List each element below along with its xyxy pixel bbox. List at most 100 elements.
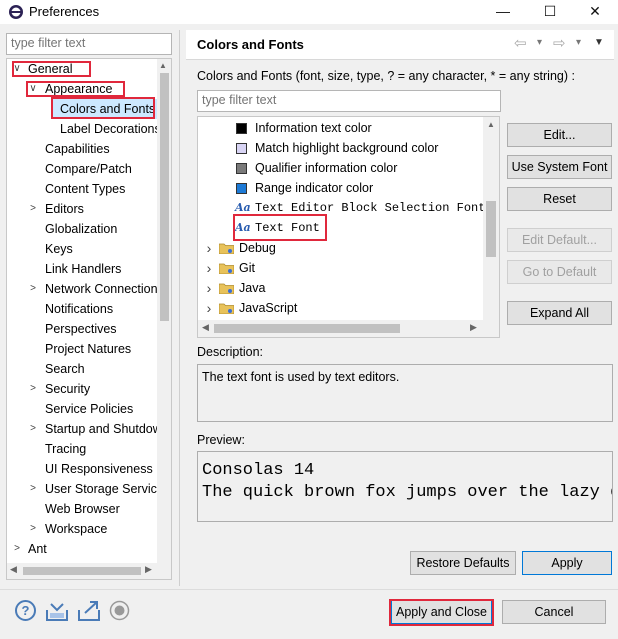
colors-tree-item[interactable]: Information text color: [198, 118, 498, 138]
sidebar-filter-input[interactable]: [11, 36, 167, 50]
collapse-chevron-icon[interactable]: >: [28, 379, 38, 399]
sidebar-item[interactable]: Web Browser: [7, 499, 171, 519]
colors-scroll-thumb[interactable]: [486, 201, 496, 257]
collapse-chevron-icon[interactable]: >: [28, 479, 38, 499]
panel-splitter[interactable]: [179, 30, 180, 586]
sidebar-item[interactable]: ∨ General: [7, 59, 171, 79]
sidebar-item-label: Startup and Shutdown: [45, 422, 169, 436]
go-to-default-button[interactable]: Go to Default: [507, 260, 612, 284]
sidebar-item[interactable]: > User Storage Service: [7, 479, 171, 499]
sidebar-horizontal-scrollbar[interactable]: ◀ ▶: [7, 563, 171, 579]
record-icon[interactable]: [109, 600, 130, 621]
scroll-left-icon[interactable]: ◀: [10, 564, 17, 575]
colors-tree-item[interactable]: › Debug: [198, 238, 498, 258]
sidebar-item[interactable]: Tracing: [7, 439, 171, 459]
restore-defaults-button[interactable]: Restore Defaults: [410, 551, 516, 575]
edit-default-button[interactable]: Edit Default...: [507, 228, 612, 252]
expand-chevron-icon[interactable]: ∨: [12, 59, 22, 79]
collapse-chevron-icon: [28, 179, 38, 199]
scroll-left-icon[interactable]: ◀: [202, 322, 209, 333]
sidebar-item[interactable]: ∨ Appearance: [7, 79, 171, 99]
sidebar-item[interactable]: > Editors: [7, 199, 171, 219]
colors-tree-item[interactable]: Aa Text Editor Block Selection Font: [198, 198, 498, 218]
sidebar-item[interactable]: > Workspace: [7, 519, 171, 539]
colors-horizontal-scrollbar[interactable]: ◀ ▶: [198, 320, 499, 337]
scroll-right-icon[interactable]: ▶: [145, 564, 152, 575]
preference-tree[interactable]: ∨ General ∨ Appearance Colors and Fonts Label…: [6, 58, 172, 580]
colors-filter-input[interactable]: [202, 93, 496, 107]
colors-hscroll-thumb[interactable]: [214, 324, 400, 333]
sidebar-item[interactable]: > Security: [7, 379, 171, 399]
sidebar-item[interactable]: Globalization: [7, 219, 171, 239]
sidebar-item[interactable]: Project Natures: [7, 339, 171, 359]
sidebar-item[interactable]: > Startup and Shutdown: [7, 419, 171, 439]
colors-filter[interactable]: [197, 90, 501, 112]
sidebar-item[interactable]: Service Policies: [7, 399, 171, 419]
sidebar-item[interactable]: > Network Connections: [7, 279, 171, 299]
sidebar-hscroll-thumb[interactable]: [23, 567, 141, 575]
sidebar-item[interactable]: Compare/Patch: [7, 159, 171, 179]
color-swatch-icon: [236, 143, 247, 154]
export-icon[interactable]: [77, 599, 101, 622]
sidebar-item[interactable]: Label Decorations: [7, 119, 171, 139]
minimize-button[interactable]: —: [480, 0, 526, 24]
collapse-chevron-icon[interactable]: >: [12, 539, 22, 559]
collapse-chevron-icon[interactable]: >: [28, 199, 38, 219]
apply-button[interactable]: Apply: [522, 551, 612, 575]
collapse-chevron-icon[interactable]: >: [28, 519, 38, 539]
colors-tree-item[interactable]: › Java: [198, 278, 498, 298]
collapse-chevron-icon[interactable]: >: [28, 279, 38, 299]
use-system-font-button[interactable]: Use System Font: [507, 155, 612, 179]
scroll-up-icon[interactable]: ▲: [159, 61, 167, 70]
forward-dropdown-icon[interactable]: ▾: [576, 37, 581, 48]
back-arrow-icon[interactable]: ⇦: [514, 34, 527, 52]
sidebar-vertical-scrollbar[interactable]: ▲: [157, 59, 171, 563]
sidebar-item[interactable]: Colors and Fonts: [51, 99, 161, 119]
import-icon[interactable]: [45, 600, 69, 622]
sidebar-item-label: Colors and Fonts: [60, 102, 156, 116]
colors-tree-item[interactable]: Aa Text Font: [198, 218, 498, 238]
reset-button[interactable]: Reset: [507, 187, 612, 211]
expand-chevron-icon[interactable]: ›: [204, 278, 214, 298]
sidebar-item-label: Service Policies: [45, 402, 134, 416]
colors-fonts-tree[interactable]: Information text color Match highlight ba…: [197, 116, 500, 338]
colors-tree-item[interactable]: › JavaScript: [198, 298, 498, 318]
sidebar-item[interactable]: UI Responsiveness: [7, 459, 171, 479]
expand-chevron-icon[interactable]: ›: [204, 238, 214, 258]
view-menu-icon[interactable]: ▼: [594, 37, 604, 48]
sidebar-item[interactable]: Search: [7, 359, 171, 379]
sidebar-item[interactable]: Keys: [7, 239, 171, 259]
edit-button[interactable]: Edit...: [507, 123, 612, 147]
collapse-chevron-icon[interactable]: >: [28, 419, 38, 439]
close-button[interactable]: ✕: [572, 0, 618, 24]
apply-and-close-button[interactable]: Apply and Close: [391, 600, 492, 624]
expand-chevron-icon[interactable]: ∨: [28, 79, 38, 99]
sidebar-item-label: Editors: [45, 202, 84, 216]
sidebar-filter[interactable]: [6, 33, 172, 55]
colors-tree-item[interactable]: Qualifier information color: [198, 158, 498, 178]
expand-chevron-icon[interactable]: ›: [204, 298, 214, 318]
back-dropdown-icon[interactable]: ▾: [537, 37, 542, 48]
scroll-up-icon[interactable]: ▲: [487, 120, 495, 129]
sidebar-item[interactable]: Link Handlers: [7, 259, 171, 279]
sidebar-item[interactable]: > Ant: [7, 539, 171, 559]
maximize-button[interactable]: ☐: [527, 0, 573, 24]
sidebar-scroll-thumb[interactable]: [160, 73, 169, 321]
expand-chevron-icon[interactable]: ›: [204, 258, 214, 278]
help-icon[interactable]: ?: [15, 600, 36, 621]
sidebar-item[interactable]: Perspectives: [7, 319, 171, 339]
scroll-right-icon[interactable]: ▶: [470, 322, 477, 333]
colors-fonts-description: Colors and Fonts (font, size, type, ? = …: [197, 69, 575, 83]
sidebar-item[interactable]: Notifications: [7, 299, 171, 319]
sidebar-item[interactable]: Content Types: [7, 179, 171, 199]
expand-all-button[interactable]: Expand All: [507, 301, 612, 325]
colors-tree-item[interactable]: Range indicator color: [198, 178, 498, 198]
colors-tree-item[interactable]: › Git: [198, 258, 498, 278]
forward-arrow-icon[interactable]: ⇨: [553, 34, 566, 52]
sidebar-item-label: Security: [45, 382, 91, 396]
colors-vertical-scrollbar[interactable]: ▲: [483, 117, 499, 320]
sidebar-item[interactable]: Capabilities: [7, 139, 171, 159]
colors-tree-item[interactable]: Match highlight background color: [198, 138, 498, 158]
sidebar-item-label: Globalization: [45, 222, 118, 236]
cancel-button[interactable]: Cancel: [502, 600, 606, 624]
